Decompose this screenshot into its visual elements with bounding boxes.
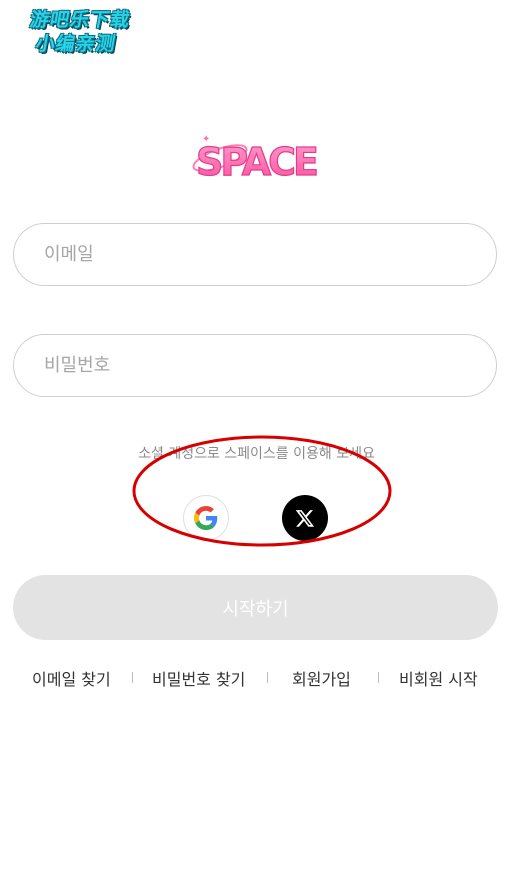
watermark-line-1: 游吧乐下载 <box>28 9 133 31</box>
space-logo: SPACE ✦ <box>192 134 320 185</box>
password-field[interactable] <box>13 334 497 397</box>
find-password-link[interactable]: 비밀번호 찾기 <box>152 666 245 690</box>
guest-start-link[interactable]: 비회원 시작 <box>399 666 478 690</box>
find-email-link[interactable]: 이메일 찾기 <box>32 666 111 690</box>
email-field[interactable] <box>13 223 497 286</box>
svg-text:✦: ✦ <box>202 134 210 145</box>
link-divider <box>132 672 133 683</box>
signup-link[interactable]: 회원가입 <box>292 666 351 690</box>
link-divider <box>378 672 379 683</box>
account-links: 이메일 찾기 비밀번호 찾기 회원가입 비회원 시작 <box>0 666 513 690</box>
logo-text: SPACE <box>196 140 317 184</box>
x-icon <box>295 510 315 527</box>
google-login-button[interactable] <box>183 495 229 541</box>
email-input[interactable] <box>42 243 496 266</box>
watermark: 游吧乐下载 小编亲测 <box>4 8 152 56</box>
x-login-button[interactable] <box>282 495 328 541</box>
social-login-label: 소셜 계정으로 스페이스를 이용해 보세요 <box>138 446 375 462</box>
link-divider <box>267 672 268 683</box>
start-button[interactable]: 시작하기 <box>13 575 498 640</box>
watermark-line-2: 小编亲测 <box>33 33 118 55</box>
google-icon <box>194 506 218 530</box>
password-input[interactable] <box>42 354 496 377</box>
